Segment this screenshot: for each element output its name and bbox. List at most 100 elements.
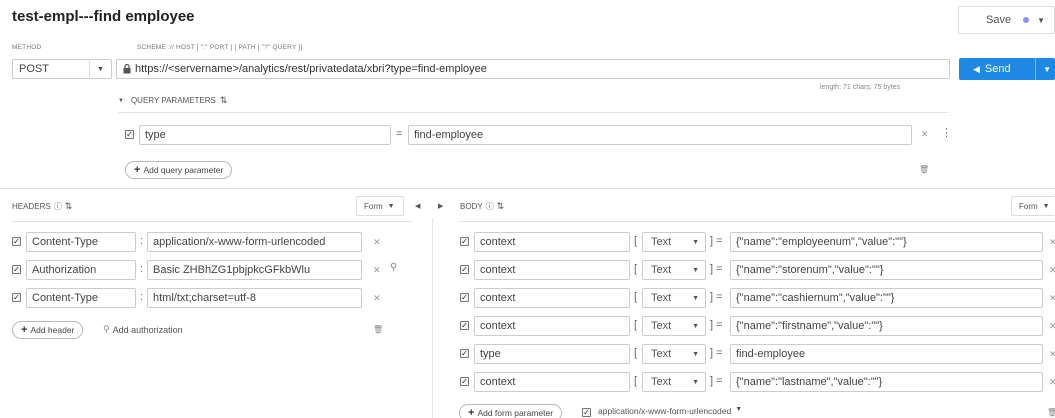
body-param-checkbox[interactable]: ✓: [460, 293, 469, 302]
add-query-param-button[interactable]: + Add query parameter: [125, 161, 233, 179]
open-bracket: [: [634, 263, 638, 275]
colon-separator: :: [140, 235, 144, 247]
unsaved-dot-icon: [1023, 17, 1030, 23]
body-param-type-value: Text: [651, 264, 672, 276]
chevron-down-icon: ▼: [97, 65, 104, 73]
save-control[interactable]: Save ▼: [958, 6, 1055, 34]
close-bracket-equals: ] =: [710, 347, 723, 359]
add-authorization-button[interactable]: ⚲ Add authorization: [103, 324, 183, 335]
send-button[interactable]: ◀ Send ▼: [959, 58, 1055, 80]
body-param-value[interactable]: {"name":"cashiernum","value":""}: [730, 288, 1043, 308]
trash-icon[interactable]: 🗑: [373, 325, 383, 334]
header-checkbox[interactable]: ✓: [12, 293, 21, 302]
header-value[interactable]: Basic ZHBhZG1pbjpkcGFkbWlu: [147, 260, 362, 280]
body-param-name[interactable]: context: [474, 316, 630, 336]
body-param-checkbox[interactable]: ✓: [460, 321, 469, 330]
body-param-type-select[interactable]: Text ▼: [642, 316, 706, 336]
query-param-name[interactable]: type: [139, 125, 391, 145]
headers-mode-select[interactable]: Form ▼: [356, 196, 404, 216]
header-name[interactable]: Authorization: [26, 260, 136, 280]
sort-icon[interactable]: ⇅: [220, 95, 228, 106]
chevron-down-icon: ▼: [387, 202, 395, 210]
divider: [12, 221, 412, 222]
save-button-label[interactable]: Save: [986, 14, 1011, 26]
close-icon[interactable]: ✕: [1049, 349, 1055, 360]
header-checkbox[interactable]: ✓: [12, 265, 21, 274]
close-icon[interactable]: ✕: [1049, 293, 1055, 304]
trash-icon[interactable]: 🗑: [919, 165, 929, 174]
divider: [458, 221, 1055, 222]
body-param-name[interactable]: context: [474, 372, 630, 392]
encoding-value: application/x-www-form-urlencoded: [598, 406, 732, 416]
body-param-checkbox[interactable]: ✓: [460, 349, 469, 358]
body-param-type-select[interactable]: Text ▼: [642, 372, 706, 392]
close-icon[interactable]: ✕: [1049, 265, 1055, 276]
trash-icon[interactable]: 🗑: [1047, 408, 1055, 417]
body-param-name[interactable]: context: [474, 288, 630, 308]
close-icon[interactable]: ✕: [1049, 237, 1055, 248]
body-param-type-select[interactable]: Text ▼: [642, 288, 706, 308]
encoding-select[interactable]: application/x-www-form-urlencoded ▼: [598, 406, 742, 416]
chevron-down-icon[interactable]: ▼: [1037, 16, 1045, 25]
body-param-name[interactable]: type: [474, 344, 630, 364]
body-param-type-select[interactable]: Text ▼: [642, 260, 706, 280]
close-icon[interactable]: ✕: [373, 265, 381, 276]
body-param-type-select[interactable]: Text ▼: [642, 344, 706, 364]
body-param-value[interactable]: find-employee: [730, 344, 1043, 364]
encoding-checkbox[interactable]: ✓: [582, 408, 591, 417]
method-select[interactable]: POST ▼: [12, 59, 112, 79]
divider: [0, 188, 1055, 189]
chevron-down-icon: ▼: [1042, 202, 1050, 210]
close-icon[interactable]: ✕: [373, 237, 381, 248]
body-param-value[interactable]: {"name":"firstname","value":""}: [730, 316, 1043, 336]
body-param-value[interactable]: {"name":"lastname","value":""}: [730, 372, 1043, 392]
header-value[interactable]: html/txt;charset=utf-8: [147, 288, 362, 308]
query-params-toggle[interactable]: ▼ QUERY PARAMETERS ⇅: [118, 95, 227, 106]
body-param-checkbox[interactable]: ✓: [460, 265, 469, 274]
close-icon[interactable]: ✕: [921, 129, 929, 140]
help-icon[interactable]: ⓘ: [54, 201, 62, 212]
close-icon[interactable]: ✕: [1049, 321, 1055, 332]
body-param-type-select[interactable]: Text ▼: [642, 232, 706, 252]
sort-icon[interactable]: ⇅: [497, 201, 505, 212]
header-value[interactable]: application/x-www-form-urlencoded: [147, 232, 362, 252]
add-form-param-button[interactable]: + Add form parameter: [459, 404, 563, 418]
plus-icon: +: [134, 164, 141, 176]
body-param-checkbox[interactable]: ✓: [460, 237, 469, 246]
open-bracket: [: [634, 319, 638, 331]
close-bracket-equals: ] =: [710, 263, 723, 275]
close-icon[interactable]: ✕: [373, 293, 381, 304]
header-name[interactable]: Content-Type: [26, 288, 136, 308]
more-vertical-icon[interactable]: ⋮: [941, 126, 952, 139]
help-icon[interactable]: ⓘ: [486, 201, 494, 212]
query-param-checkbox[interactable]: ✓: [125, 130, 134, 139]
url-input[interactable]: https://<servername>/analytics/rest/priv…: [116, 59, 950, 79]
key-icon[interactable]: ⚲: [390, 262, 397, 273]
header-name[interactable]: Content-Type: [26, 232, 136, 252]
sort-icon[interactable]: ⇅: [65, 201, 73, 212]
colon-separator: :: [140, 263, 144, 275]
body-mode-select[interactable]: Form ▼: [1011, 196, 1055, 216]
chevron-down-icon[interactable]: ▼: [1035, 58, 1051, 80]
body-title: BODY: [460, 202, 483, 211]
body-param-checkbox[interactable]: ✓: [460, 377, 469, 386]
chevron-down-icon: ▼: [692, 378, 699, 386]
url-value: https://<servername>/analytics/rest/priv…: [135, 63, 487, 75]
add-authorization-label: Add authorization: [112, 324, 183, 335]
close-icon[interactable]: ✕: [1049, 377, 1055, 388]
query-param-value[interactable]: find-employee: [408, 125, 912, 145]
body-param-name[interactable]: context: [474, 232, 630, 252]
add-header-button[interactable]: + Add header: [12, 321, 84, 339]
body-param-name[interactable]: context: [474, 260, 630, 280]
header-checkbox[interactable]: ✓: [12, 237, 21, 246]
key-icon: ⚲: [103, 324, 110, 334]
divider: [118, 112, 948, 113]
close-bracket-equals: ] =: [710, 235, 723, 247]
body-param-value[interactable]: {"name":"storenum","value":""}: [730, 260, 1043, 280]
body-param-value[interactable]: {"name":"employeenum","value":""}: [730, 232, 1043, 252]
page-title: test-empl---find employee: [12, 8, 195, 25]
expand-right-icon[interactable]: ▶: [438, 202, 443, 210]
body-mode-value: Form: [1019, 201, 1038, 211]
collapse-left-icon[interactable]: ◀: [415, 202, 420, 210]
body-param-type-value: Text: [651, 292, 672, 304]
